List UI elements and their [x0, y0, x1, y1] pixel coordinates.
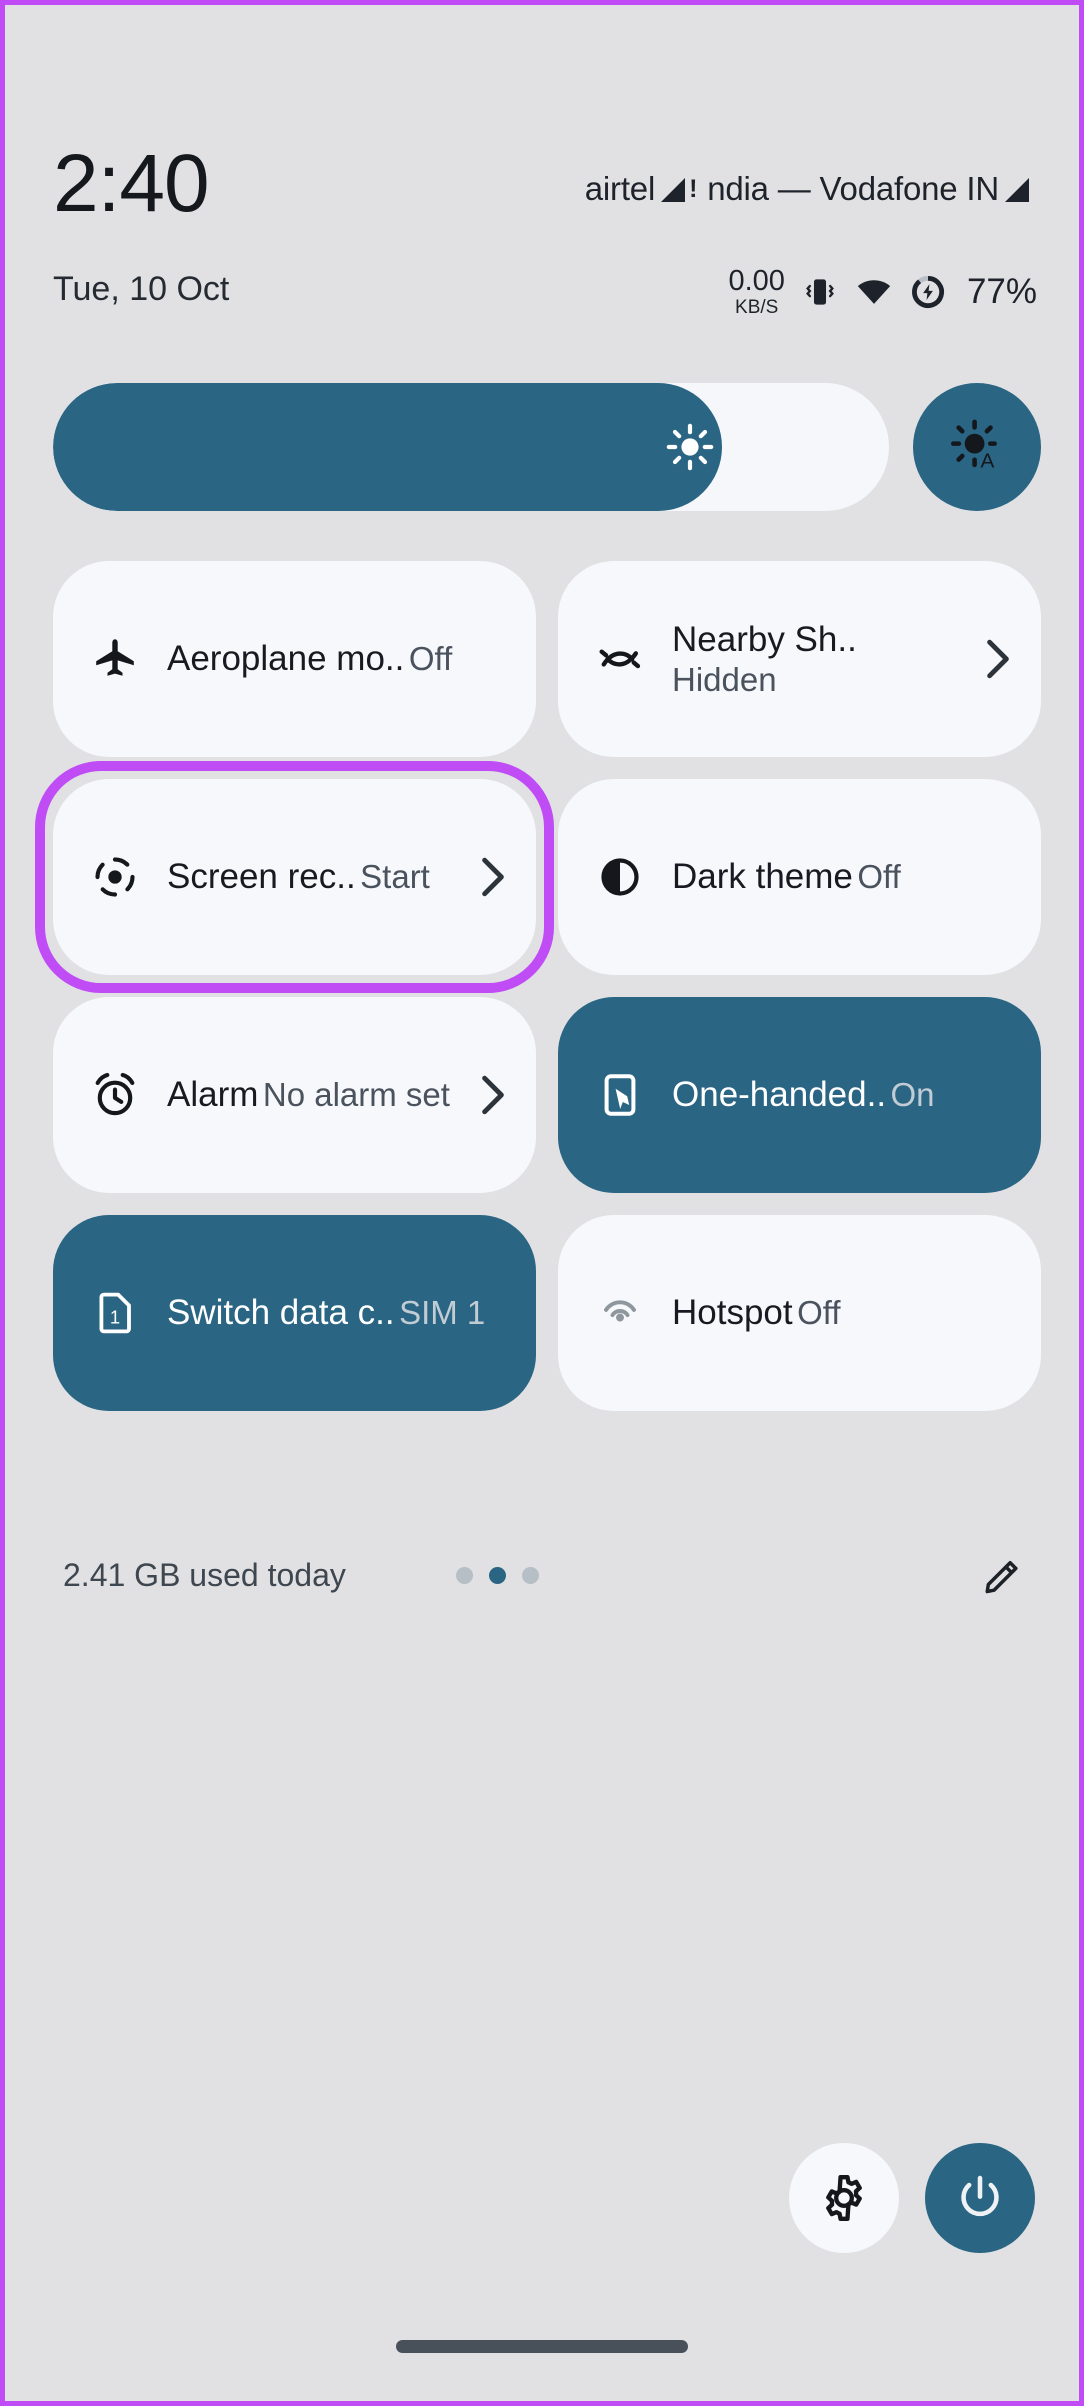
- tile-title: Alarm: [167, 1075, 259, 1115]
- page-indicator: [455, 1566, 539, 1584]
- tile-subtitle: No alarm set: [262, 1076, 450, 1114]
- brightness-slider[interactable]: [53, 383, 889, 511]
- tile-title: Dark theme: [672, 857, 853, 897]
- screen-record-icon: [89, 851, 141, 903]
- tile-screen-record[interactable]: Screen rec.. Start: [35, 761, 554, 993]
- power-button[interactable]: [925, 2143, 1035, 2253]
- tile-text: Aeroplane mo.. Off: [167, 638, 506, 679]
- clock-date[interactable]: Tue, 10 Oct: [53, 270, 229, 309]
- tile-subtitle: Hidden: [672, 660, 777, 698]
- brightness-controls: A: [53, 383, 1041, 511]
- data-usage-label[interactable]: 2.41 GB used today: [63, 1557, 346, 1594]
- page-dot-active[interactable]: [488, 1566, 506, 1584]
- tile-subtitle: Start: [360, 858, 430, 896]
- settings-button[interactable]: [789, 2143, 899, 2253]
- signal-alert-icon: !: [689, 174, 698, 203]
- svg-text:A: A: [980, 449, 994, 472]
- tile-subtitle: On: [890, 1076, 935, 1114]
- tile-hotspot[interactable]: Hotspot Off: [558, 1215, 1041, 1411]
- home-gesture-pill[interactable]: [396, 2340, 688, 2353]
- tile-text: One-handed.. On: [672, 1074, 1011, 1115]
- battery-percentage: 77%: [966, 272, 1037, 311]
- tile-text: Alarm No alarm set: [167, 1074, 454, 1115]
- tile-subtitle: Off: [857, 858, 901, 896]
- tile-text: Screen rec.. Start: [167, 856, 454, 897]
- status-icons-row: 0.00 KB/S 77%: [728, 265, 1037, 318]
- tile-title: Switch data c..: [167, 1293, 395, 1333]
- brightness-sun-icon: [666, 423, 714, 471]
- quick-settings-footer: 2.41 GB used today: [63, 1540, 1025, 1610]
- one-handed-icon: [594, 1069, 646, 1121]
- gear-icon: [826, 2175, 862, 2221]
- vibrate-icon: [806, 279, 834, 305]
- chevron-right-icon[interactable]: [985, 638, 1011, 680]
- tile-text: Hotspot Off: [672, 1292, 1011, 1333]
- tile-title: Nearby Sh..: [672, 619, 857, 659]
- tile-alarm[interactable]: Alarm No alarm set: [53, 997, 536, 1193]
- airplane-icon: [89, 633, 141, 685]
- tile-text: Nearby Sh.. Hidden: [672, 619, 959, 700]
- alarm-clock-icon: [89, 1069, 141, 1121]
- tile-title: Screen rec..: [167, 857, 356, 897]
- tile-title: Aeroplane mo..: [167, 639, 405, 679]
- tile-subtitle: Off: [797, 1294, 841, 1332]
- wifi-icon: [857, 280, 891, 304]
- tile-title: One-handed..: [672, 1075, 887, 1115]
- tile-one-handed-mode[interactable]: One-handed.. On: [558, 997, 1041, 1193]
- signal-bars-icon: [661, 176, 687, 202]
- pencil-edit-icon[interactable]: [981, 1553, 1025, 1597]
- chevron-right-icon[interactable]: [480, 1074, 506, 1116]
- network-speed-indicator: 0.00 KB/S: [728, 265, 785, 318]
- signal-bars-icon-2: [1005, 176, 1031, 202]
- brightness-slider-fill: [53, 383, 722, 511]
- tile-subtitle: SIM 1: [399, 1294, 486, 1332]
- nearby-share-icon: [594, 633, 646, 685]
- page-dot[interactable]: [521, 1566, 539, 1584]
- tile-text: Dark theme Off: [672, 856, 1011, 897]
- chevron-right-icon[interactable]: [480, 856, 506, 898]
- brightness-auto-icon: A: [951, 419, 997, 472]
- network-speed-value: 0.00: [728, 265, 785, 297]
- battery-charging-icon: [911, 276, 944, 308]
- sim-card-1-icon: 1: [89, 1287, 141, 1339]
- tile-aeroplane-mode[interactable]: Aeroplane mo.. Off: [53, 561, 536, 757]
- tile-text: Switch data c.. SIM 1: [167, 1292, 506, 1333]
- carrier-name-2: ndia — Vodafone IN: [707, 170, 999, 207]
- dark-theme-icon: [594, 851, 646, 903]
- tile-dark-theme[interactable]: Dark theme Off: [558, 779, 1041, 975]
- carrier-name-1: airtel: [584, 170, 656, 207]
- hotspot-icon: [594, 1287, 646, 1339]
- network-speed-unit: KB/S: [735, 297, 779, 318]
- auto-brightness-button[interactable]: A: [913, 383, 1041, 511]
- tile-title: Hotspot: [672, 1293, 793, 1333]
- tile-nearby-share[interactable]: Nearby Sh.. Hidden: [558, 561, 1041, 757]
- tile-subtitle: Off: [408, 640, 453, 678]
- page-dot[interactable]: [455, 1566, 473, 1584]
- bottom-action-buttons: [789, 2143, 1035, 2253]
- carrier-status-bar: airtel ! ndia — Vodafone IN: [5, 157, 1079, 221]
- svg-text:1: 1: [110, 1307, 120, 1328]
- quick-settings-tiles: Aeroplane mo.. Off Nearby Sh.. Hidden Sc…: [35, 561, 1041, 1411]
- power-icon: [961, 2175, 999, 2217]
- quick-settings-panel: 2:40 Tue, 10 Oct airtel ! ndia — Vodafon…: [0, 0, 1084, 2406]
- tile-switch-data-card[interactable]: 1 Switch data c.. SIM 1: [53, 1215, 536, 1411]
